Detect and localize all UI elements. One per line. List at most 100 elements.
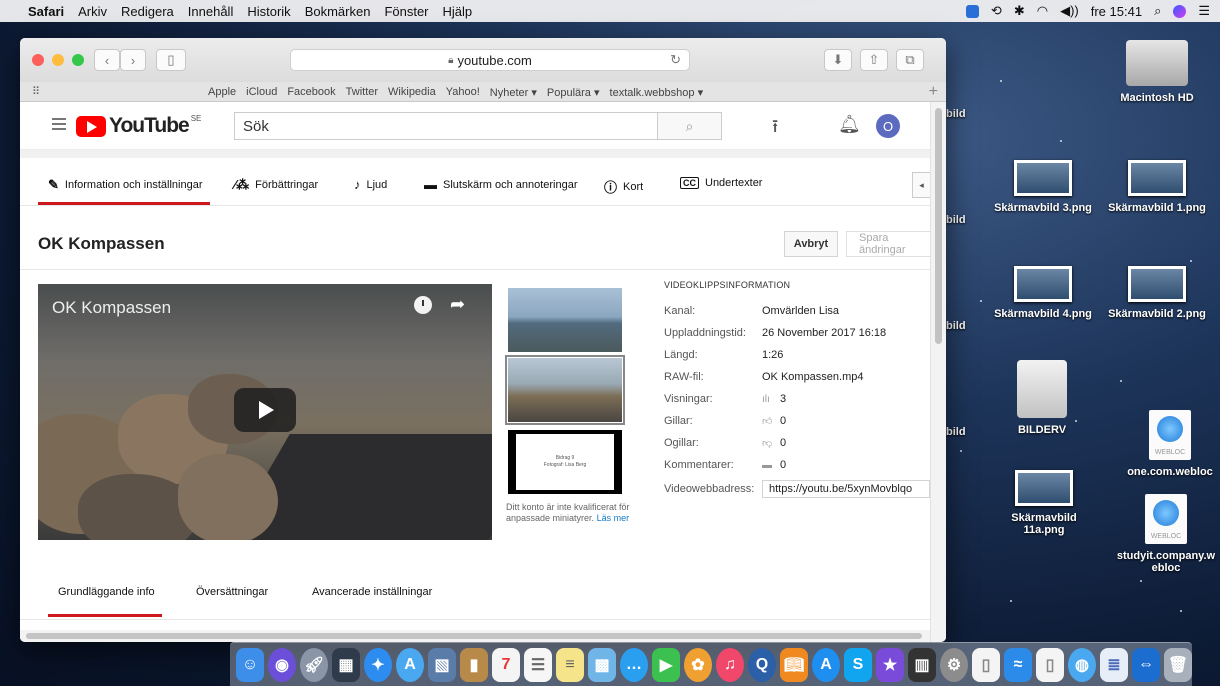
tab-advanced-settings[interactable]: Avancerade inställningar <box>312 586 432 598</box>
notifications-bell-icon[interactable]: 🔔︎ <box>838 114 861 135</box>
menu-fonster[interactable]: Fönster <box>384 4 428 19</box>
minimize-window-button[interactable] <box>52 54 64 66</box>
upload-icon[interactable]: ⭱ <box>772 114 778 144</box>
desktop-icon-screenshot-3[interactable]: Skärmavbild 3.png <box>986 160 1100 214</box>
tab-translations[interactable]: Översättningar <box>196 586 268 598</box>
youtube-logo[interactable]: YouTube SE <box>76 114 201 138</box>
cancel-button[interactable]: Avbryt <box>784 231 838 257</box>
tab-basic-info[interactable]: Grundläggande info <box>58 586 155 598</box>
desktop-icon-one-webloc[interactable]: WEBLOC one.com.webloc <box>1120 410 1220 478</box>
imovie-icon[interactable]: ★ <box>876 647 904 682</box>
quicktime-icon[interactable]: Q <box>748 647 776 682</box>
back-button[interactable]: ‹ <box>94 49 120 71</box>
notification-center-icon[interactable]: ☰ <box>1198 3 1210 19</box>
tab-information[interactable]: ✎ Information och inställningar <box>48 177 202 193</box>
wifi-icon[interactable]: ◠ <box>1037 3 1048 19</box>
vertical-scrollbar[interactable] <box>930 102 946 642</box>
itunes-icon[interactable]: ♫ <box>716 647 744 682</box>
document-icon[interactable]: ▯ <box>972 647 1000 682</box>
contacts-icon[interactable]: ▮ <box>460 647 488 682</box>
tabs-overview-button[interactable]: ⧉ <box>896 49 924 71</box>
time-machine-icon[interactable]: ⟲ <box>991 3 1002 19</box>
photos-icon[interactable]: ✿ <box>684 647 712 682</box>
favorite-link[interactable]: Populära ▾ <box>547 86 600 99</box>
share-arrow-icon[interactable]: ➦ <box>450 294 465 315</box>
scrollbar-thumb[interactable] <box>26 633 922 639</box>
zoom-window-button[interactable] <box>72 54 84 66</box>
facetime-icon[interactable]: ▶ <box>652 647 680 682</box>
favorite-link[interactable]: Wikipedia <box>388 86 436 99</box>
desktop-icon-studyit-webloc[interactable]: WEBLOC studyit.company.webloc <box>1116 494 1216 574</box>
tab-audio[interactable]: ♪ Ljud <box>354 177 387 192</box>
search-button[interactable]: ⌕ <box>658 112 722 140</box>
favorite-link[interactable]: Apple <box>208 86 236 99</box>
desktop-icon-screenshot-2[interactable]: Skärmavbild 2.png <box>1100 266 1214 320</box>
downloads-stack-icon[interactable]: ≈ <box>1004 647 1032 682</box>
thumbnail-option-selected[interactable] <box>505 355 625 425</box>
tab-endscreen[interactable]: ▬ Slutskärm och annoteringar <box>424 177 578 192</box>
status-app-icon[interactable] <box>965 4 979 18</box>
skype-icon[interactable]: S <box>844 647 872 682</box>
safari-icon[interactable]: ✦ <box>364 647 392 682</box>
ibooks-icon[interactable]: 📖︎ <box>780 647 808 682</box>
text-document-icon[interactable]: ≣ <box>1100 647 1128 682</box>
bluetooth-icon[interactable]: ✱ <box>1014 3 1025 19</box>
play-button[interactable] <box>234 388 296 432</box>
favorite-link[interactable]: Nyheter ▾ <box>490 86 537 99</box>
document-icon[interactable]: ▯ <box>1036 647 1064 682</box>
notes-icon[interactable]: ≡ <box>556 647 584 682</box>
calendar-icon[interactable]: 7 <box>492 647 520 682</box>
search-input[interactable]: Sök <box>234 112 658 140</box>
menu-redigera[interactable]: Redigera <box>121 4 174 19</box>
video-player[interactable]: OK Kompassen ➦ <box>38 284 492 540</box>
desktop-icon-screenshot-4[interactable]: Skärmavbild 4.png <box>986 266 1100 320</box>
menu-historik[interactable]: Historik <box>247 4 290 19</box>
top-sites-grid-icon[interactable]: ⠿ <box>32 85 40 98</box>
menu-bokmarken[interactable]: Bokmärken <box>305 4 371 19</box>
volume-icon[interactable]: ◀)) <box>1060 3 1079 19</box>
reload-icon[interactable]: ↻ <box>670 52 681 68</box>
menu-app-safari[interactable]: Safari <box>28 4 64 19</box>
video-url-field[interactable]: https://youtu.be/5xynMovblqo <box>762 480 930 498</box>
system-preferences-icon[interactable]: ⚙ <box>940 647 968 682</box>
teamviewer-icon[interactable]: ⇔ <box>1132 647 1160 682</box>
favorite-link[interactable]: textalk.webbshop ▾ <box>610 86 704 99</box>
messages-icon[interactable]: … <box>620 647 648 682</box>
app-store-icon[interactable]: A <box>396 647 424 682</box>
menu-arkiv[interactable]: Arkiv <box>78 4 107 19</box>
favorite-link[interactable]: Facebook <box>287 86 335 99</box>
watch-later-clock-icon[interactable] <box>414 296 432 314</box>
trash-icon[interactable]: 🗑︎ <box>1164 647 1192 682</box>
launchpad-icon[interactable]: 🚀︎ <box>300 647 328 682</box>
sidebar-toggle-button[interactable]: ▯ <box>156 49 186 71</box>
downloads-button[interactable]: ⬇ <box>824 49 852 71</box>
film-strip-icon[interactable]: ▥ <box>908 647 936 682</box>
address-bar[interactable]: 🔒︎ youtube.com ↻ <box>290 49 690 71</box>
save-changes-button[interactable]: Spara ändringar <box>846 231 930 257</box>
desktop-icon-macintosh-hd[interactable]: Macintosh HD <box>1112 40 1202 104</box>
favorite-link[interactable]: Yahoo! <box>446 86 480 99</box>
menu-innehall[interactable]: Innehåll <box>188 4 234 19</box>
forward-button[interactable]: › <box>120 49 146 71</box>
globe-icon[interactable]: ◍ <box>1068 647 1096 682</box>
share-button[interactable]: ⇧ <box>860 49 888 71</box>
menu-hjalp[interactable]: Hjälp <box>443 4 473 19</box>
spotlight-search-icon[interactable]: ⌕ <box>1154 3 1161 19</box>
new-tab-plus-icon[interactable]: + <box>929 83 938 101</box>
siri-icon[interactable]: ◉ <box>268 647 296 682</box>
preview-icon[interactable]: ▧ <box>428 647 456 682</box>
close-window-button[interactable] <box>32 54 44 66</box>
tab-enhancements[interactable]: ⁄⁂ Förbättringar <box>234 177 318 193</box>
tab-cards[interactable]: ⓘ Kort <box>604 177 643 196</box>
tabs-scroll-left-icon[interactable]: ◂ <box>912 172 930 198</box>
reminders-icon[interactable]: ☰ <box>524 647 552 682</box>
avatar[interactable]: O <box>876 114 900 138</box>
hamburger-menu-icon[interactable] <box>52 118 66 130</box>
thumbnail-option[interactable] <box>508 288 622 352</box>
desktop-icon-screenshot-11a[interactable]: Skärmavbild 11a.png <box>996 470 1092 536</box>
mission-control-icon[interactable]: ▦ <box>332 647 360 682</box>
photos-viewer-icon[interactable]: ▩ <box>588 647 616 682</box>
menubar-clock[interactable]: fre 15:41 <box>1091 4 1142 19</box>
siri-icon[interactable] <box>1173 4 1187 18</box>
horizontal-scrollbar[interactable] <box>20 630 930 642</box>
